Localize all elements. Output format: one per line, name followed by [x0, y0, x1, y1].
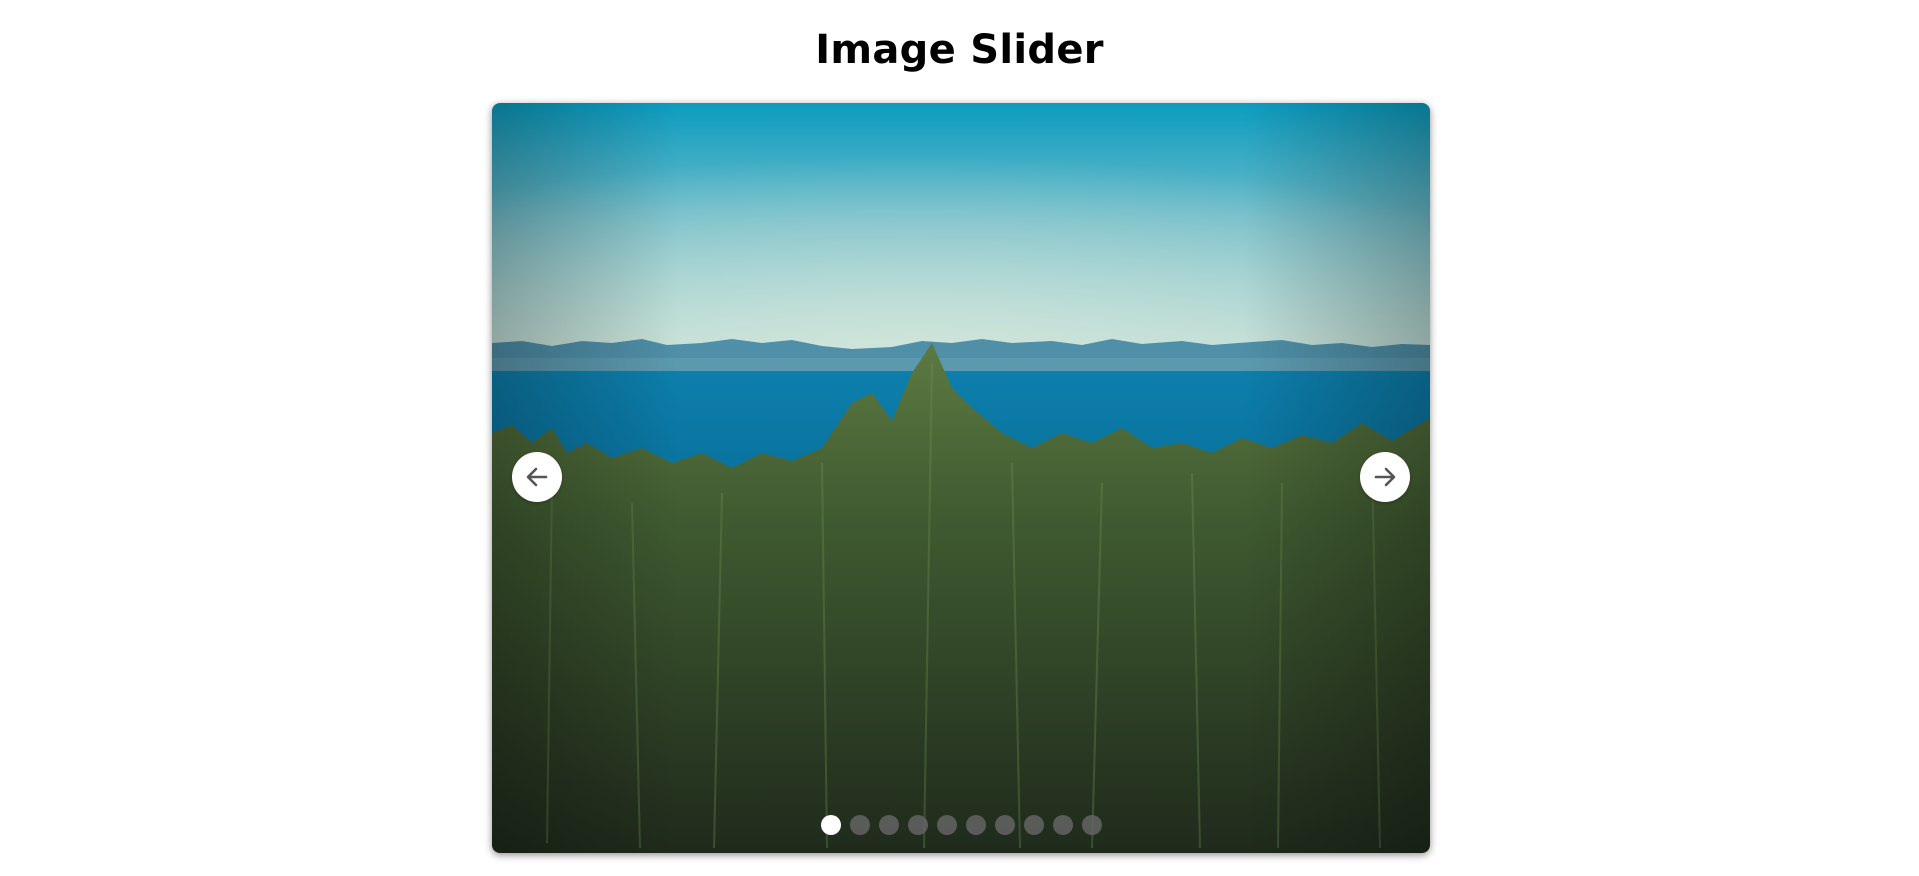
image-slider [492, 103, 1430, 853]
arrow-right-icon [1374, 467, 1396, 487]
slide-dot-9[interactable] [1052, 815, 1073, 835]
slide-dot-3[interactable] [878, 815, 899, 835]
previous-slide-button[interactable] [512, 452, 562, 502]
page-title: Image Slider [815, 27, 1104, 73]
slide-dot-2[interactable] [849, 815, 870, 835]
slide-dot-8[interactable] [1023, 815, 1044, 835]
slide-dot-4[interactable] [907, 815, 928, 835]
slide-image [492, 103, 1430, 853]
slide-dot-1[interactable] [820, 815, 841, 835]
arrow-left-icon [526, 467, 548, 487]
slide-dot-6[interactable] [965, 815, 986, 835]
page: Image Slider [0, 0, 1919, 876]
slide-dot-10[interactable] [1081, 815, 1102, 835]
slide-dot-5[interactable] [936, 815, 957, 835]
slide-dot-7[interactable] [994, 815, 1015, 835]
slide-indicator-dots [492, 815, 1430, 835]
next-slide-button[interactable] [1360, 452, 1410, 502]
